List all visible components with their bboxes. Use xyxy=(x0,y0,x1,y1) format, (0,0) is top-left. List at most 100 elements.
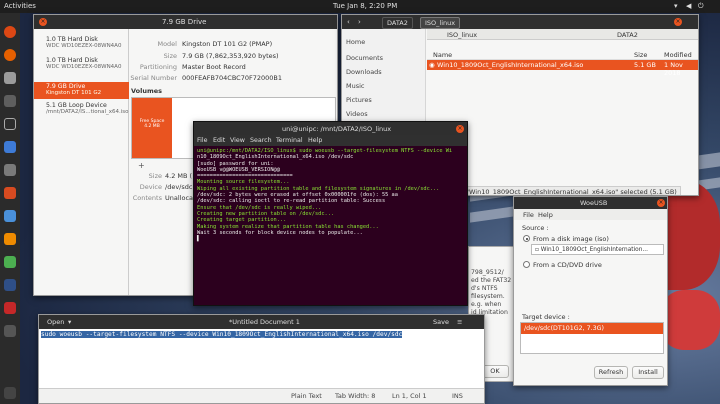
menu-help[interactable]: Help xyxy=(308,137,322,144)
serial-label: Serial Number xyxy=(130,74,177,82)
file-modified: 1 Nov 2018 xyxy=(664,61,683,77)
editor-text: sudo woeusb --target-filesystem NTFS --d… xyxy=(41,331,403,338)
close-icon[interactable]: × xyxy=(674,18,682,26)
refresh-button[interactable]: Refresh xyxy=(594,366,628,379)
wallpaper-shape xyxy=(660,290,720,350)
settings-icon[interactable] xyxy=(4,141,16,153)
tab-iso-linux[interactable]: ISO_linux xyxy=(447,31,477,39)
menu-icon[interactable]: ≡ xyxy=(457,318,462,326)
device-list: 1.0 TB Hard Disk WDC WD10EZEX-08WN4A0 1.0… xyxy=(34,29,129,295)
dvd-drive-radio[interactable] xyxy=(523,261,530,268)
target-device-label: Target device : xyxy=(522,313,570,321)
files-tabs: ISO_linux DATA2 xyxy=(427,29,698,40)
tab-width-selector[interactable]: Tab Width: 8 xyxy=(335,392,375,400)
close-icon[interactable]: × xyxy=(39,18,47,26)
source-label: Source : xyxy=(522,224,549,232)
chevron-down-icon[interactable]: ▾ xyxy=(68,318,71,326)
close-icon[interactable]: × xyxy=(657,199,665,207)
iso-file-picker[interactable]: ▫ Win10_1809Oct_EnglishInternation... xyxy=(531,244,664,255)
column-modified[interactable]: Modified xyxy=(664,51,692,59)
volume-icon[interactable]: ◀ xyxy=(686,2,691,10)
dialog-text: filesystem. xyxy=(471,293,505,300)
disks-icon[interactable] xyxy=(4,95,16,107)
ok-button[interactable]: OK xyxy=(481,365,509,378)
usb-icon[interactable] xyxy=(4,164,16,176)
back-icon[interactable]: ‹ xyxy=(347,18,350,26)
target-device-list[interactable]: /dev/sdc(DT101G2, 7.3G) xyxy=(520,322,664,354)
file-size: 5.1 GB xyxy=(634,61,656,69)
chrome-icon[interactable] xyxy=(4,26,16,38)
save-button[interactable]: Save xyxy=(433,318,449,326)
device-item[interactable]: 1.0 TB Hard Disk WDC WD10EZEX-08WN4A0 xyxy=(34,56,129,73)
forward-icon[interactable]: › xyxy=(358,18,361,26)
dialog-text: 798_9512/ xyxy=(471,269,504,276)
disks-titlebar[interactable]: 7.9 GB Drive × xyxy=(34,15,337,29)
menu-edit[interactable]: Edit xyxy=(213,137,225,144)
woeusb-title: WoeUSB xyxy=(580,199,608,207)
language-selector[interactable]: Plain Text xyxy=(291,392,322,400)
tab-data2[interactable]: DATA2 xyxy=(617,31,638,39)
target-device-item[interactable]: /dev/sdc(DT101G2, 7.3G) xyxy=(521,323,663,334)
dock xyxy=(0,13,20,404)
files-titlebar[interactable]: ‹ › DATA2 ISO_linux × xyxy=(342,15,698,29)
insert-mode: INS xyxy=(452,392,463,400)
terminal-output[interactable]: uni@unipc:/mnt/DATA2/ISO_linux$ sudo woe… xyxy=(194,146,467,305)
file-row[interactable]: ◉ Win10_1809Oct_EnglishInternational_x64… xyxy=(427,60,698,77)
device-item-selected[interactable]: 7.9 GB Drive Kingston DT 101 G2 xyxy=(34,82,129,99)
woeusb-window: WoeUSB × File Help Source : From a disk … xyxy=(513,196,668,386)
firefox-icon[interactable] xyxy=(4,49,16,61)
show-apps-icon[interactable] xyxy=(4,387,16,399)
disk-image-radio[interactable] xyxy=(523,235,530,242)
software-icon[interactable] xyxy=(4,187,16,199)
sidebar-item-videos[interactable]: Videos xyxy=(346,110,368,118)
sidebar-item-downloads[interactable]: Downloads xyxy=(346,68,382,76)
app-icon[interactable] xyxy=(4,302,16,314)
menu-help[interactable]: Help xyxy=(538,211,553,219)
device-item[interactable]: 5.1 GB Loop Device/mnt/DATA2/IS...tional… xyxy=(34,101,129,118)
sidebar-item-music[interactable]: Music xyxy=(346,82,365,90)
detail-device-label: Device xyxy=(139,183,162,191)
terminal-icon[interactable] xyxy=(4,118,16,130)
breadcrumb-data2[interactable]: DATA2 xyxy=(382,17,413,29)
add-partition-icon[interactable]: + xyxy=(138,161,145,170)
breadcrumb-iso-linux[interactable]: ISO_linux xyxy=(420,17,461,29)
selection-status: "Win10_1809Oct_EnglishInternational_x64.… xyxy=(462,186,681,195)
menu-file[interactable]: File xyxy=(197,137,208,144)
close-icon[interactable]: × xyxy=(456,125,464,133)
device-item[interactable]: 1.0 TB Hard Disk WDC WD10EZEX-08WN4A0 xyxy=(34,35,129,52)
terminal-menubar: File Edit View Search Terminal Help xyxy=(194,135,467,146)
install-button[interactable]: Install xyxy=(632,366,664,379)
menu-search[interactable]: Search xyxy=(250,137,272,144)
sidebar-item-documents[interactable]: Documents xyxy=(346,54,383,62)
app-icon[interactable] xyxy=(4,279,16,291)
size-label: Size xyxy=(163,52,177,60)
top-panel: Activities Tue Jan 8, 2:20 PM ▾ ◀ ⏻ xyxy=(0,0,720,13)
menu-file[interactable]: File xyxy=(523,211,534,219)
text-editor-icon[interactable] xyxy=(4,210,16,222)
model-value: Kingston DT 101 G2 (PMAP) xyxy=(182,40,273,48)
sidebar-item-pictures[interactable]: Pictures xyxy=(346,96,372,104)
detail-size-label: Size xyxy=(148,172,162,180)
open-button[interactable]: Open xyxy=(47,318,64,326)
activities-button[interactable]: Activities xyxy=(4,2,36,10)
power-icon[interactable]: ⏻ xyxy=(698,2,704,11)
menu-view[interactable]: View xyxy=(230,137,245,144)
free-space-segment[interactable]: Free Space 4.2 MB xyxy=(132,98,172,158)
column-size[interactable]: Size xyxy=(634,51,647,59)
app-icon[interactable] xyxy=(4,256,16,268)
terminal-titlebar[interactable]: uni@unipc: /mnt/DATA2/ISO_linux × xyxy=(194,122,467,135)
editor-titlebar[interactable]: Open ▾ *Untitled Document 1 Save ≡ xyxy=(39,315,484,329)
column-name[interactable]: Name xyxy=(433,51,452,59)
files-icon[interactable] xyxy=(4,72,16,84)
sidebar-item-home[interactable]: Home xyxy=(346,38,365,46)
woeusb-titlebar[interactable]: WoeUSB × xyxy=(514,197,667,209)
detail-contents-label: Contents xyxy=(132,194,162,202)
model-label: Model xyxy=(157,40,177,48)
vlc-icon[interactable] xyxy=(4,233,16,245)
clock[interactable]: Tue Jan 8, 2:20 PM xyxy=(333,2,397,10)
app-icon[interactable] xyxy=(4,325,16,337)
cursor-position: Ln 1, Col 1 xyxy=(392,392,427,400)
network-icon[interactable]: ▾ xyxy=(674,2,678,10)
editor-body[interactable]: sudo woeusb --target-filesystem NTFS --d… xyxy=(39,329,484,388)
menu-terminal[interactable]: Terminal xyxy=(276,137,303,144)
